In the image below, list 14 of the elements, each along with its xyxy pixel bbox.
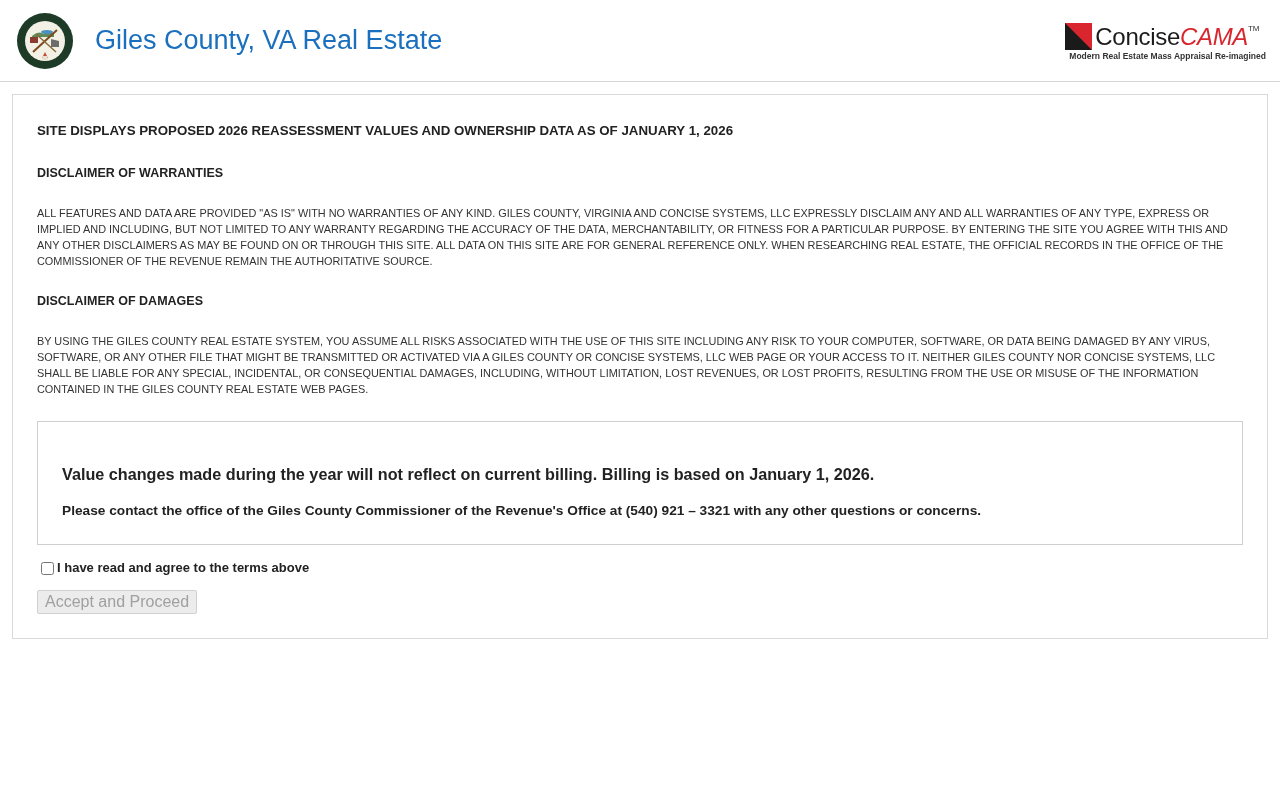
contact-notice: Please contact the office of the Giles County Commissioner of the Revenue's Office at (540) 921 – 3321 with any other questions or concerns. (62, 502, 983, 520)
site-title: Giles County, VA Real Estate (95, 24, 443, 57)
county-seal-logo (16, 11, 74, 70)
section-heading: DISCLAIMER OF DAMAGES (37, 293, 204, 310)
disclaimer-paragraph: BY USING THE GILES COUNTY REAL ESTATE SYSTEM, YOU ASSUME ALL RISKS ASSOCIATED WITH THE USE OF THIS SITE INCLUDING ANY RISK TO YOUR COMPUTER, SOFTWARE, OR DATA BEING DAMAGED BY ANY VIRUS, SOFTWARE, OR ANY OTHER FILE THAT MIGHT BE TRANSMITTED OR ACTIVATED VIA A GILES COUNTY OR CONCISE SYSTEMS, LLC WEB PAGE OR YOUR ACCESS TO IT. NEITHER GILES COUNTY NOR CONCISE SYSTEMS, LLC SHALL BE LIABLE FOR ANY SPECIAL, INCIDENTAL, OR CONSEQUENTIAL DAMAGES, INCLUDING, WITHOUT LIMITATION, LOST REVENUES, OR LOST PROFITS, RESULTING FROM THE USE OR MISUSE OF THE INFORMATION CONTAINED IN THE GILES COUNTY REAL ESTATE WEB PAGES. (37, 334, 1217, 397)
disclaimer-paragraph: ALL FEATURES AND DATA ARE PROVIDED "AS IS" WITH NO WARRANTIES OF ANY KIND. GILES COUNTY, VIRGINIA AND CONCISE SYSTEMS, LLC EXPRESSLY DISCLAIM ANY AND ALL WARRANTIES OF ANY TYPE, EXPRESS OR IMPLIED AND INCLUDING, BUT NOT LIMITED TO ANY WARRANTY REGARDING THE ACCURACY OF THE DATA, MERCHANTABILITY, OR FITNESS FOR A PARTICULAR PURPOSE. BY ENTERING THE SITE YOU AGREE WITH THIS AND ANY OTHER DISCLAIMERS AS MAY BE FOUND ON OR THROUGH THIS SITE. ALL DATA ON THIS SITE ARE FOR GENERAL REFERENCE ONLY. WHEN RESEARCHING REAL ESTATE, THE OFFICIAL RECORDS IN THE OFFICE OF THE COMMISSIONER OF THE REVENUE REMAIN THE AUTHORITATIVE SOURCE. (37, 206, 1229, 269)
notice-headline: SITE DISPLAYS PROPOSED 2026 REASSESSMENT VALUES AND OWNERSHIP DATA AS OF JANUARY 1, 2026 (37, 122, 735, 140)
brand-wordmark: ConciseCAMA$^{TM}$ (1095, 23, 1260, 50)
billing-notice: Value changes made during the year will not reflect on current billing. Billing is based on January 1, 2026. (62, 464, 876, 485)
brand-logo-icon (1065, 22, 1093, 50)
section-heading: DISCLAIMER OF WARRANTIES (37, 165, 225, 182)
agree-label[interactable]: I have read and agree to the terms above (57, 559, 310, 577)
brand-tagline: Modern Real Estate Mass Appraisal Re-imagined (1069, 50, 1266, 61)
agree-checkbox[interactable] (41, 561, 54, 575)
